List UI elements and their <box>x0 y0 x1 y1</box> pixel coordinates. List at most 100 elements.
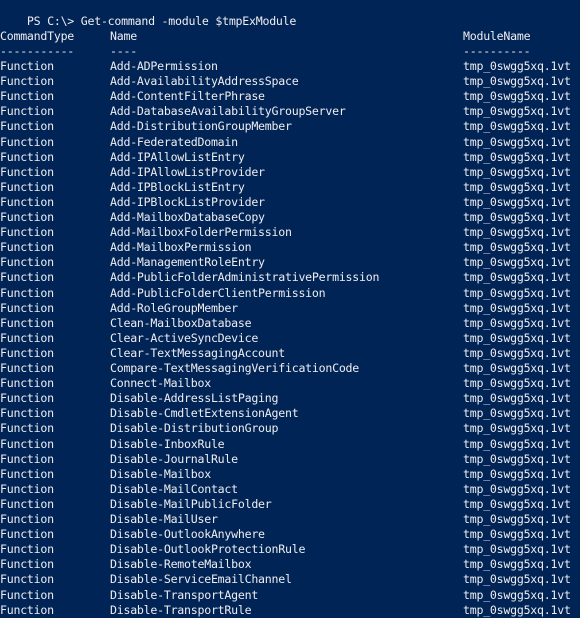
table-row: Function Disable-OutlookAnywhere tmp_0swgg… <box>0 527 580 542</box>
cell-name: Add-MailboxPermission <box>110 240 252 255</box>
cell-name: Add-ADPermission <box>110 59 218 73</box>
cell-commandtype: Function <box>0 134 54 149</box>
cell-commandtype: Function <box>0 225 54 240</box>
cell-name: Disable-InboxRule <box>110 436 225 451</box>
cell-name: Clear-TextMessagingAccount <box>110 345 285 360</box>
cell-name: Disable-TransportAgent <box>110 587 259 602</box>
table-row: Function Disable-ServiceEmailChannel tmp_0… <box>0 572 580 587</box>
table-row: Function Clear-ActiveSyncDevice tmp_0swgg5… <box>0 331 580 346</box>
table-row: Function Clear-TextMessagingAccount tmp_0s… <box>0 346 580 361</box>
cell-modulename: tmp_0swgg5xq.1vt <box>463 602 571 617</box>
cell-commandtype: Function <box>0 240 54 255</box>
cell-name: Connect-Mailbox <box>110 376 211 391</box>
cell-commandtype: Function <box>0 481 54 496</box>
cell-commandtype: Function <box>0 330 54 345</box>
cell-name: Add-IPBlockListEntry <box>110 179 245 194</box>
powershell-console[interactable]: PS C:\> Get-command -module $tmpExModule… <box>0 0 580 617</box>
table-row: Function Add-DistributionGroupMember tmp_0… <box>0 119 580 134</box>
cell-name: Clear-ActiveSyncDevice <box>110 330 259 345</box>
cell-modulename: tmp_0swgg5xq.1vt <box>463 361 571 375</box>
table-row: Function Add-FederatedDomain tmp_0swgg5xq.… <box>0 135 580 150</box>
cell-modulename: tmp_0swgg5xq.1vt <box>463 572 571 587</box>
cell-modulename: tmp_0swgg5xq.1vt <box>463 225 571 240</box>
cell-modulename: tmp_0swgg5xq.1vt <box>463 376 571 391</box>
cell-modulename: tmp_0swgg5xq.1vt <box>463 59 571 73</box>
cell-modulename: tmp_0swgg5xq.1vt <box>463 481 571 496</box>
cell-commandtype: Function <box>0 345 54 360</box>
cell-name: Disable-AddressListPaging <box>110 391 279 406</box>
table-separator: ----------- ---- ---------- <box>0 44 580 59</box>
cell-modulename: tmp_0swgg5xq.1vt <box>463 285 571 300</box>
table-row: Function Add-ADPermission tmp_0swgg5xq.1vt <box>0 59 580 74</box>
cell-modulename: tmp_0swgg5xq.1vt <box>463 330 571 345</box>
table-row: Function Add-IPAllowListProvider tmp_0swgg… <box>0 165 580 180</box>
cell-name: Compare-TextMessagingVerificationCode <box>110 361 360 375</box>
table-row: Function Disable-MailContact tmp_0swgg5xq.… <box>0 482 580 497</box>
cell-name: Add-DatabaseAvailabilityGroupServer <box>110 104 346 119</box>
cell-modulename: tmp_0swgg5xq.1vt <box>463 542 571 557</box>
cell-modulename: tmp_0swgg5xq.1vt <box>463 451 571 466</box>
cell-modulename: tmp_0swgg5xq.1vt <box>463 149 571 164</box>
cell-name: Clean-MailboxDatabase <box>110 315 252 330</box>
cell-name: Add-IPAllowListProvider <box>110 164 265 179</box>
prompt: PS C:\> <box>26 14 81 28</box>
table-row: Function Add-MailboxDatabaseCopy tmp_0swgg… <box>0 210 580 225</box>
cell-commandtype: Function <box>0 315 54 330</box>
table-row: Function Compare-TextMessagingVerificatio… <box>0 361 580 376</box>
table-row: Function Disable-DistributionGroup tmp_0sw… <box>0 421 580 436</box>
cell-modulename: tmp_0swgg5xq.1vt <box>463 421 571 436</box>
command-line[interactable]: PS C:\> Get-command -module $tmpExModule <box>0 0 580 28</box>
cell-name: Disable-RemoteMailbox <box>110 557 252 572</box>
cell-modulename: tmp_0swgg5xq.1vt <box>463 255 571 270</box>
table-header: CommandType Name ModuleName <box>0 29 580 44</box>
cell-modulename: tmp_0swgg5xq.1vt <box>463 527 571 542</box>
separator-modulename: ---------- <box>463 44 531 58</box>
cell-modulename: tmp_0swgg5xq.1vt <box>463 391 571 406</box>
table-row: Function Connect-Mailbox tmp_0swgg5xq.1vt <box>0 376 580 391</box>
cell-name: Add-ManagementRoleEntry <box>110 255 265 270</box>
cell-commandtype: Function <box>0 194 54 209</box>
table-row: Function Add-RoleGroupMember tmp_0swgg5xq.… <box>0 301 580 316</box>
cell-modulename: tmp_0swgg5xq.1vt <box>463 179 571 194</box>
cell-modulename: tmp_0swgg5xq.1vt <box>463 315 571 330</box>
table-row: Function Disable-TransportAgent tmp_0swgg5… <box>0 588 580 603</box>
cell-modulename: tmp_0swgg5xq.1vt <box>463 104 571 119</box>
table-row: Function Add-PublicFolderClientPermission… <box>0 286 580 301</box>
table-row: Function Add-DatabaseAvailabilityGroupSer… <box>0 104 580 119</box>
cell-commandtype: Function <box>0 391 54 406</box>
cell-modulename: tmp_0swgg5xq.1vt <box>463 587 571 602</box>
cell-modulename: tmp_0swgg5xq.1vt <box>463 270 571 285</box>
cell-modulename: tmp_0swgg5xq.1vt <box>463 89 571 104</box>
cell-commandtype: Function <box>0 255 54 270</box>
cell-name: Disable-ServiceEmailChannel <box>110 572 292 587</box>
cell-commandtype: Function <box>0 74 54 89</box>
cell-commandtype: Function <box>0 361 54 375</box>
table-row: Function Disable-AddressListPaging tmp_0sw… <box>0 391 580 406</box>
cell-modulename: tmp_0swgg5xq.1vt <box>463 557 571 572</box>
cell-commandtype: Function <box>0 59 54 73</box>
table-row: Function Add-ContentFilterPhrase tmp_0swgg… <box>0 89 580 104</box>
cell-name: Add-MailboxFolderPermission <box>110 225 292 240</box>
header-commandtype: CommandType <box>0 29 75 43</box>
table-row: Function Disable-InboxRule tmp_0swgg5xq.1v… <box>0 437 580 452</box>
cell-modulename: tmp_0swgg5xq.1vt <box>463 74 571 89</box>
cell-modulename: tmp_0swgg5xq.1vt <box>463 240 571 255</box>
cell-name: Add-IPAllowListEntry <box>110 149 245 164</box>
header-modulename: ModuleName <box>463 29 531 43</box>
cell-commandtype: Function <box>0 496 54 511</box>
cell-name: Add-PublicFolderClientPermission <box>110 285 326 300</box>
cell-name: Disable-OutlookAnywhere <box>110 527 265 542</box>
cell-commandtype: Function <box>0 164 54 179</box>
cell-name: Disable-DistributionGroup <box>110 421 279 436</box>
cell-modulename: tmp_0swgg5xq.1vt <box>463 345 571 360</box>
cell-name: Add-FederatedDomain <box>110 134 238 149</box>
table-row: Function Add-MailboxFolderPermission tmp_0… <box>0 225 580 240</box>
cell-commandtype: Function <box>0 210 54 224</box>
cell-commandtype: Function <box>0 572 54 587</box>
cell-name: Add-RoleGroupMember <box>110 300 238 315</box>
cell-name: Add-ContentFilterPhrase <box>110 89 265 104</box>
cell-modulename: tmp_0swgg5xq.1vt <box>463 496 571 511</box>
cell-commandtype: Function <box>0 436 54 451</box>
cell-modulename: tmp_0swgg5xq.1vt <box>463 466 571 481</box>
table-row: Function Add-PublicFolderAdministrativePe… <box>0 270 580 285</box>
